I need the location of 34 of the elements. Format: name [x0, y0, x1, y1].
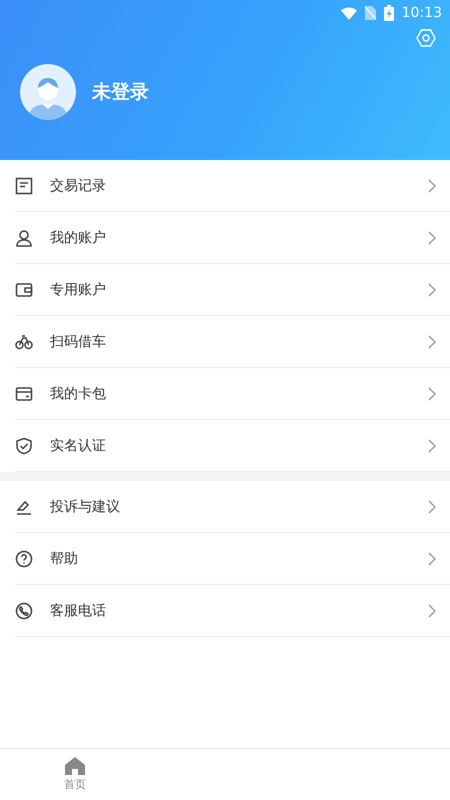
chevron-icon	[428, 282, 436, 296]
menu-item[interactable]: 扫码借车	[15, 316, 450, 368]
chevron-icon	[428, 552, 436, 566]
help-icon	[15, 550, 33, 568]
menu-item[interactable]: 帮助	[15, 533, 450, 585]
chevron-icon	[428, 334, 436, 348]
menu-item[interactable]: 投诉与建议	[15, 481, 450, 533]
chevron-icon	[428, 500, 436, 514]
phone-icon	[15, 602, 33, 620]
bicycle-icon	[15, 332, 33, 350]
battery-icon	[384, 5, 394, 21]
status-time: 10:13	[402, 5, 442, 21]
settings-icon[interactable]	[416, 28, 436, 48]
chevron-icon	[428, 604, 436, 618]
document-icon	[15, 176, 33, 194]
menu-item[interactable]: 我的账户	[15, 212, 450, 264]
no-sim-icon	[364, 6, 376, 20]
chevron-icon	[428, 178, 436, 192]
avatar[interactable]	[20, 64, 76, 120]
menu-item[interactable]: 专用账户	[15, 264, 450, 316]
chevron-icon	[428, 230, 436, 244]
user-icon	[15, 228, 33, 246]
wallet-icon	[15, 280, 33, 298]
tab[interactable]: 首页	[0, 749, 150, 800]
chevron-icon	[428, 438, 436, 452]
user-name: 未登录	[92, 80, 149, 105]
wifi-icon	[340, 6, 357, 20]
menu-item[interactable]: 交易记录	[15, 160, 450, 212]
menu-item[interactable]: 我的卡包	[15, 368, 450, 420]
menu-item[interactable]: 客服电话	[15, 585, 450, 637]
home-icon	[65, 757, 85, 775]
chevron-icon	[428, 386, 436, 400]
card-icon	[15, 384, 33, 402]
shield-icon	[15, 436, 33, 454]
